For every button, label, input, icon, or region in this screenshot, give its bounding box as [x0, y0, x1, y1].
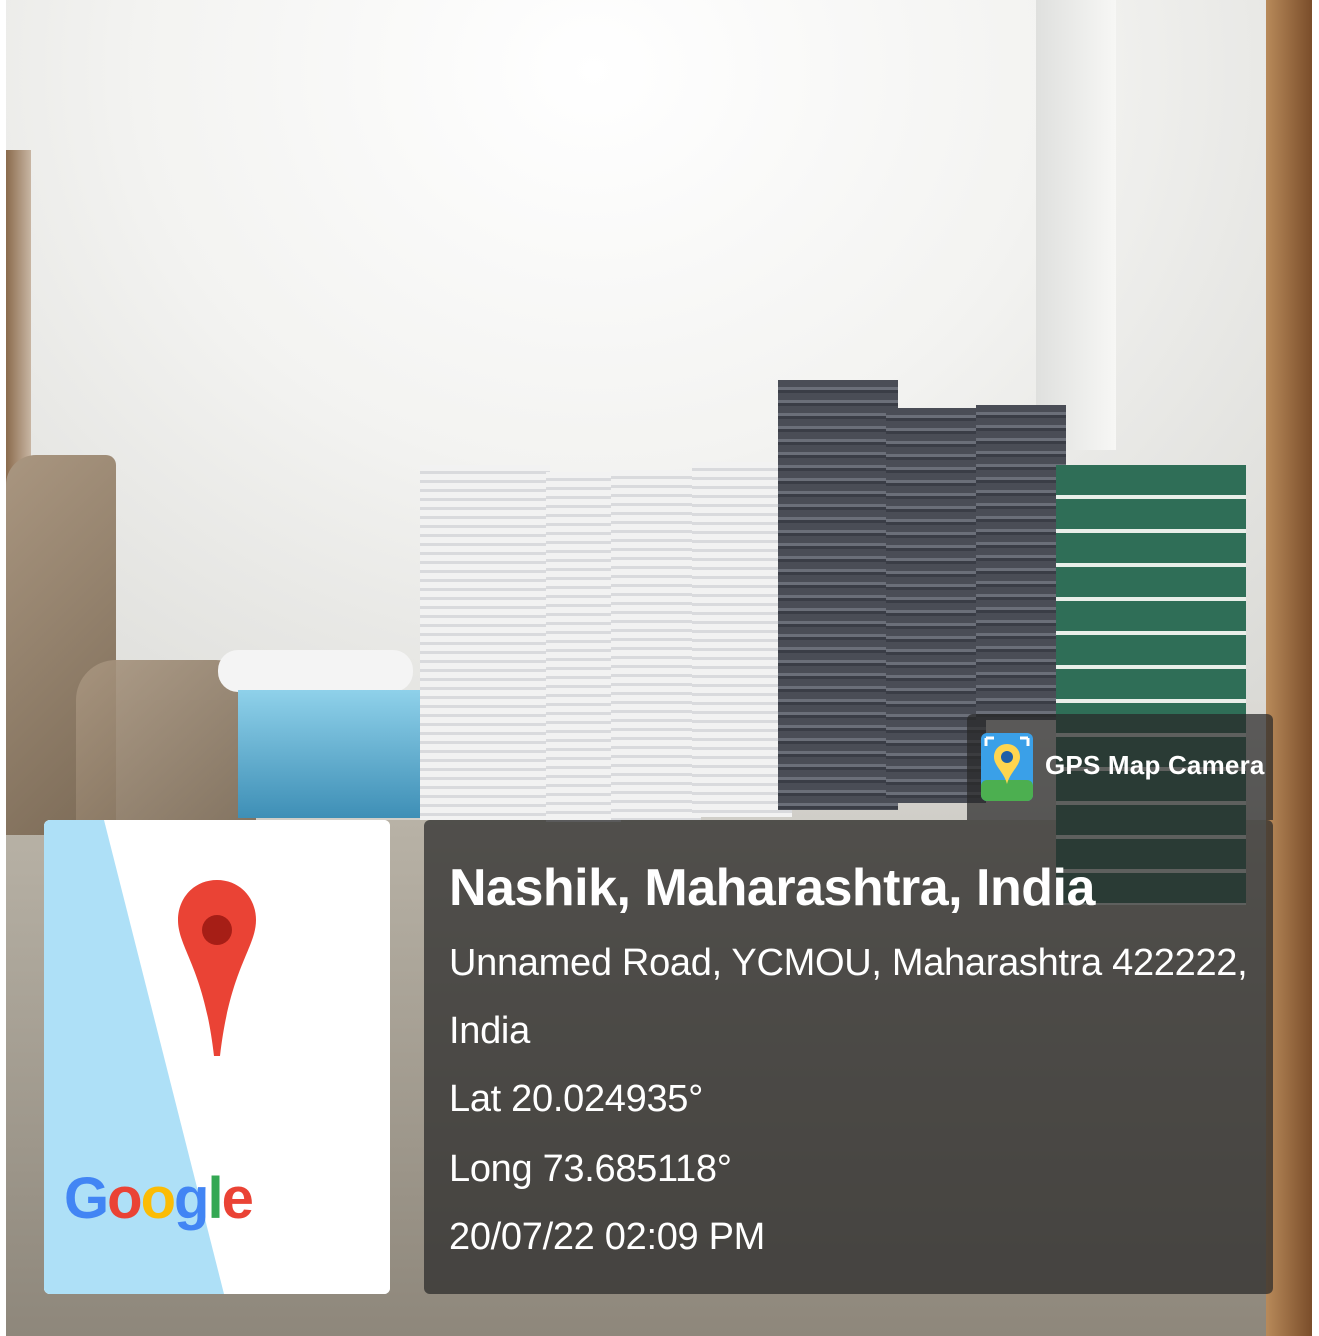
- datetime: 20/07/22 02:09 PM: [449, 1216, 766, 1258]
- paper-roll: [218, 650, 413, 692]
- app-name: GPS Map Camera: [1045, 750, 1265, 780]
- latitude: Lat 20.024935°: [449, 1078, 704, 1120]
- wall-corner: [1036, 0, 1116, 450]
- gps-camera-app-icon: [981, 733, 1033, 801]
- longitude: Long 73.685118°: [449, 1148, 732, 1190]
- location-info-panel: Nashik, Maharashtra, India Unnamed Road,…: [424, 820, 1273, 1294]
- notebook-stack: [778, 380, 898, 810]
- a4-paper-box: [238, 690, 423, 818]
- address-line-1: Unnamed Road, YCMOU, Maharashtra 422222,: [449, 942, 1248, 984]
- paper-stack: [546, 472, 621, 822]
- app-badge: GPS Map Camera: [967, 714, 1273, 820]
- map-thumbnail: Google: [44, 820, 390, 1294]
- paper-stack: [420, 465, 550, 820]
- paper-stack: [611, 470, 701, 820]
- address-line-2: India: [449, 1010, 530, 1052]
- paper-stack: [692, 462, 792, 817]
- map-pin-icon: [178, 880, 256, 1056]
- notebook-stack: [976, 405, 1066, 720]
- google-logo: Google: [64, 1166, 254, 1231]
- location-title: Nashik, Maharashtra, India: [449, 859, 1095, 917]
